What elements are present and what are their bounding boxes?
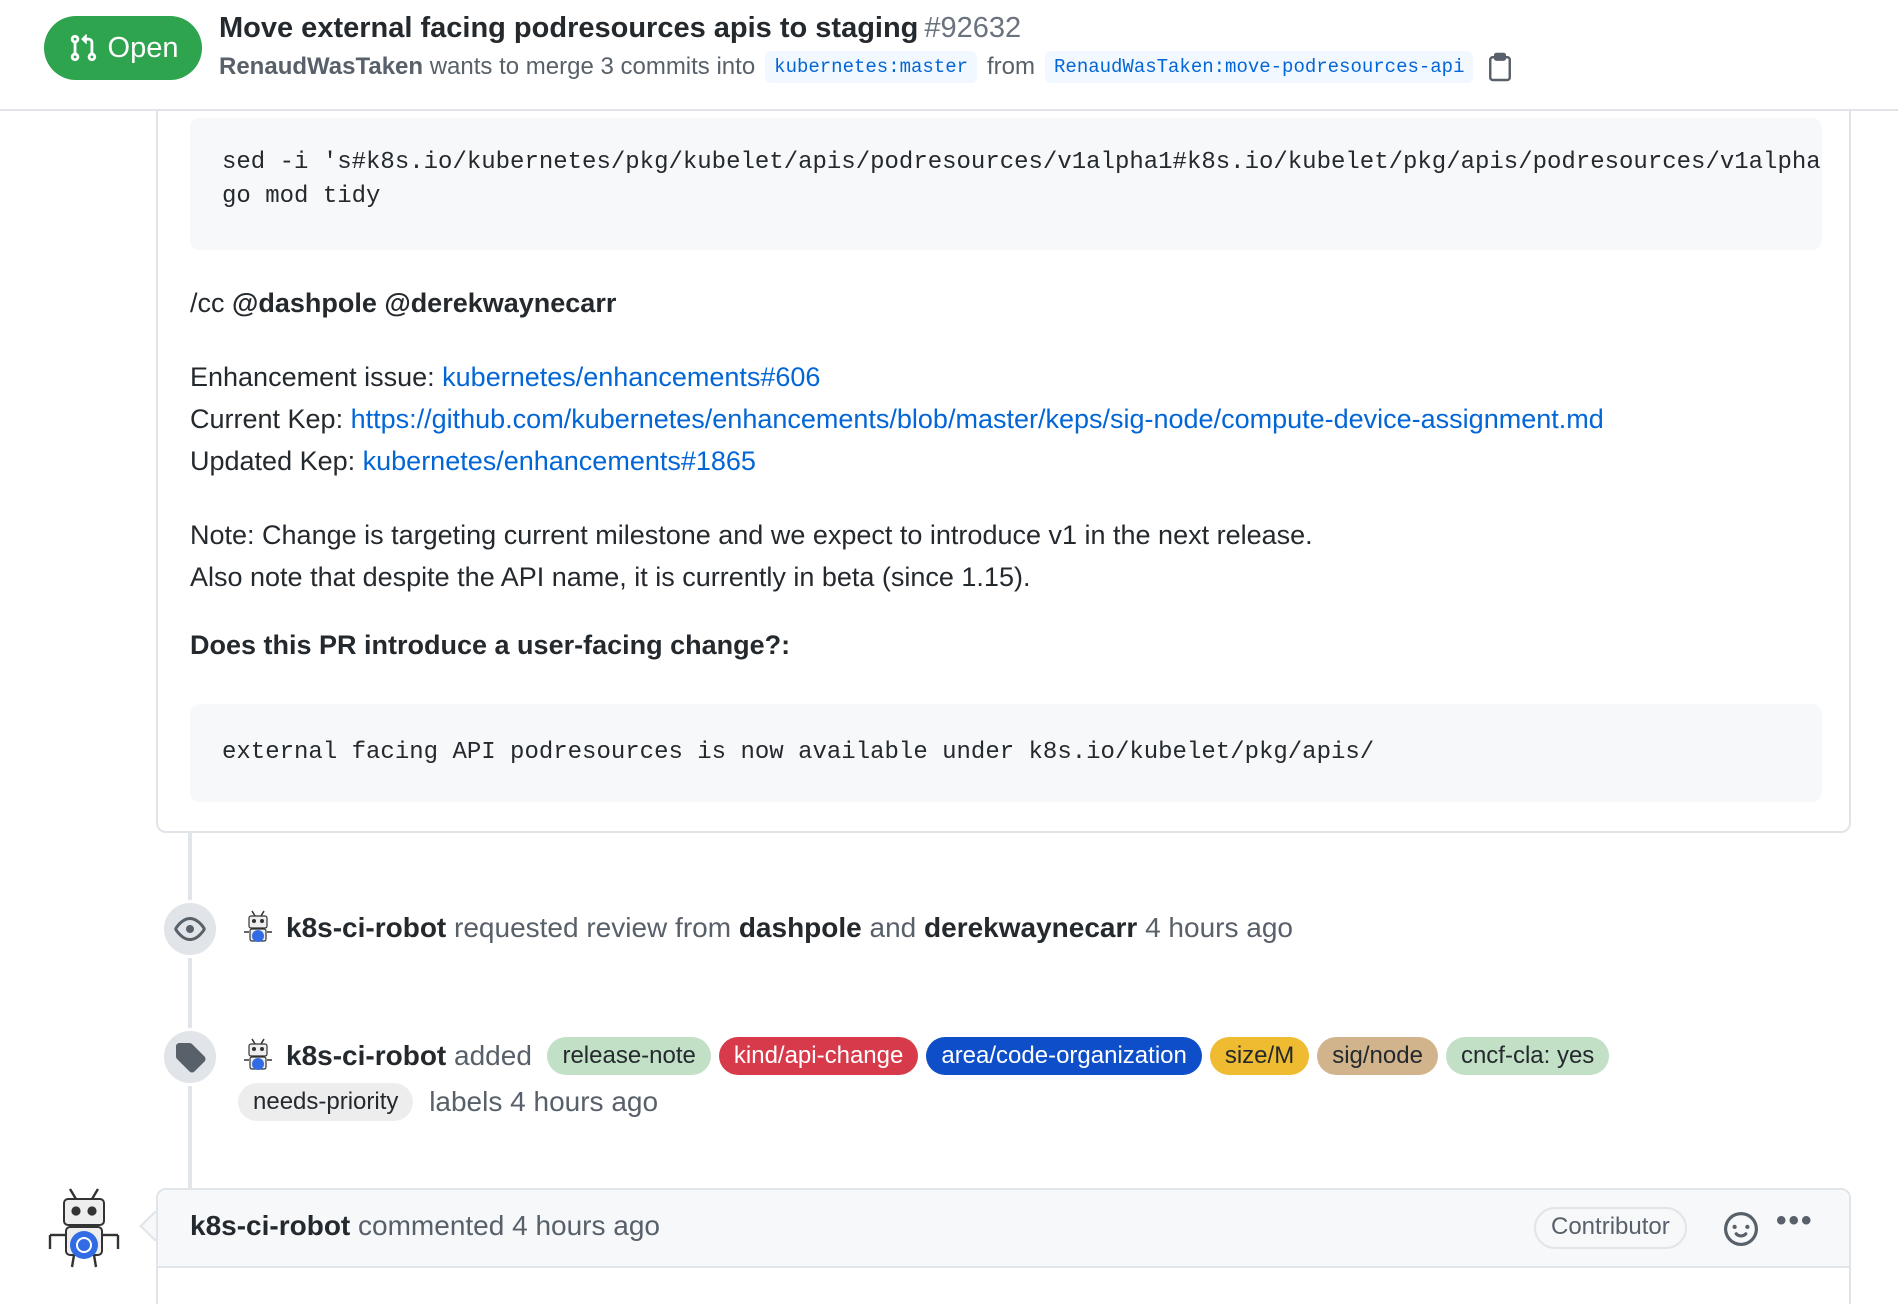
labels-added-event: k8s-ci-robot added release-note kind/api… <box>238 1034 1617 1078</box>
enhancement-issue-link[interactable]: kubernetes/enhancements#606 <box>442 362 820 392</box>
comment-header: k8s-ci-robot commented 4 hours ago Contr… <box>158 1190 1849 1268</box>
label-cncf-cla-yes[interactable]: cncf-cla: yes <box>1445 1037 1610 1075</box>
merge-text: wants to merge 3 commits into <box>429 53 756 80</box>
base-branch[interactable]: kubernetes:master <box>765 51 978 83</box>
current-kep-link[interactable]: https://github.com/kubernetes/enhancemen… <box>351 404 1604 434</box>
note-line-2: Also note that despite the API name, it … <box>190 562 1031 592</box>
pr-merge-info: RenaudWasTaken wants to merge 3 commits … <box>219 51 1513 83</box>
pr-number: #92632 <box>924 12 1022 44</box>
cc-mentions[interactable]: @dashpole @derekwaynecarr <box>232 288 616 318</box>
eye-icon <box>174 917 206 941</box>
event-action: requested review from <box>454 912 732 943</box>
note-line-1: Note: Change is targeting current milest… <box>190 520 1313 550</box>
timeline-line <box>188 833 192 1188</box>
pr-title-text: Move external facing podresources apis t… <box>219 12 919 44</box>
event-actor-link[interactable]: k8s-ci-robot <box>286 1040 446 1072</box>
label-size-m[interactable]: size/M <box>1209 1037 1310 1075</box>
user-facing-question-text: Does this PR introduce a user-facing cha… <box>190 630 791 660</box>
comment-box: k8s-ci-robot commented 4 hours ago Contr… <box>156 1188 1851 1304</box>
cc-line: /cc @dashpole @derekwaynecarr <box>190 282 616 324</box>
pr-state-badge: Open <box>44 16 202 80</box>
enhancement-links: Enhancement issue: kubernetes/enhancemen… <box>190 356 1604 482</box>
comment-timestamp[interactable]: 4 hours ago <box>512 1210 660 1241</box>
pr-author-link[interactable]: RenaudWasTaken <box>219 53 423 81</box>
smiley-icon[interactable] <box>1724 1212 1758 1246</box>
comment-author-link[interactable]: k8s-ci-robot <box>190 1210 350 1241</box>
label-kind-api-change[interactable]: kind/api-change <box>718 1037 919 1075</box>
label-event-badge <box>161 1028 219 1086</box>
k8s-ci-robot-avatar-small[interactable] <box>238 908 278 948</box>
event-actor-link[interactable]: k8s-ci-robot <box>286 912 446 944</box>
comment-action: commented <box>358 1210 505 1241</box>
current-kep-label: Current Kep: <box>190 404 351 434</box>
head-branch[interactable]: RenaudWasTaken:move-podresources-api <box>1045 51 1474 83</box>
k8s-ci-robot-avatar-small[interactable] <box>238 1036 278 1076</box>
kebab-horizontal-icon[interactable]: ••• <box>1776 1204 1814 1238</box>
labels-added-event-line2: needs-priority labels 4 hours ago <box>238 1080 658 1124</box>
k8s-ci-robot-avatar[interactable] <box>44 1185 124 1269</box>
contributor-badge: Contributor <box>1534 1207 1687 1249</box>
event-timestamp[interactable]: 4 hours ago <box>1145 912 1293 944</box>
pr-state-label: Open <box>107 31 179 64</box>
review-requested-event: k8s-ci-robot requested review from dashp… <box>238 906 1293 950</box>
user-facing-question: Does this PR introduce a user-facing cha… <box>190 624 790 666</box>
enhancement-issue-label: Enhancement issue: <box>190 362 443 392</box>
label-needs-priority[interactable]: needs-priority <box>238 1083 414 1121</box>
cc-prefix: /cc <box>190 288 233 318</box>
review-event-badge <box>161 900 219 958</box>
label-area-code-organization[interactable]: area/code-organization <box>926 1037 1202 1075</box>
git-pull-request-icon <box>70 34 96 62</box>
label-sig-node[interactable]: sig/node <box>1317 1037 1438 1075</box>
and-text: and <box>869 912 917 943</box>
clipboard-icon[interactable] <box>1487 52 1513 82</box>
label-release-note[interactable]: release-note <box>547 1037 711 1075</box>
event-timestamp[interactable]: 4 hours ago <box>510 1086 658 1118</box>
event-action: added <box>454 1040 532 1071</box>
pr-title: Move external facing podresources apis t… <box>219 12 1021 45</box>
updated-kep-link[interactable]: kubernetes/enhancements#1865 <box>363 446 756 476</box>
updated-kep-label: Updated Kep: <box>190 446 363 476</box>
labels-suffix: labels <box>429 1086 503 1117</box>
from-text: from <box>987 53 1036 80</box>
note-paragraph: Note: Change is targeting current milest… <box>190 514 1313 598</box>
tag-icon <box>176 1043 206 1073</box>
code-block-release-note: external facing API podresources is now … <box>190 704 1822 802</box>
reviewer-link-dashpole[interactable]: dashpole <box>739 912 862 944</box>
pr-description-body: sed -i 's#k8s.io/kubernetes/pkg/kubelet/… <box>156 92 1851 833</box>
pr-sticky-header: Open Move external facing podresources a… <box>0 0 1898 111</box>
comment-meta: k8s-ci-robot commented 4 hours ago <box>190 1210 660 1242</box>
reviewer-link-derekwaynecarr[interactable]: derekwaynecarr <box>924 912 1137 944</box>
code-block-sed: sed -i 's#k8s.io/kubernetes/pkg/kubelet/… <box>190 118 1822 250</box>
